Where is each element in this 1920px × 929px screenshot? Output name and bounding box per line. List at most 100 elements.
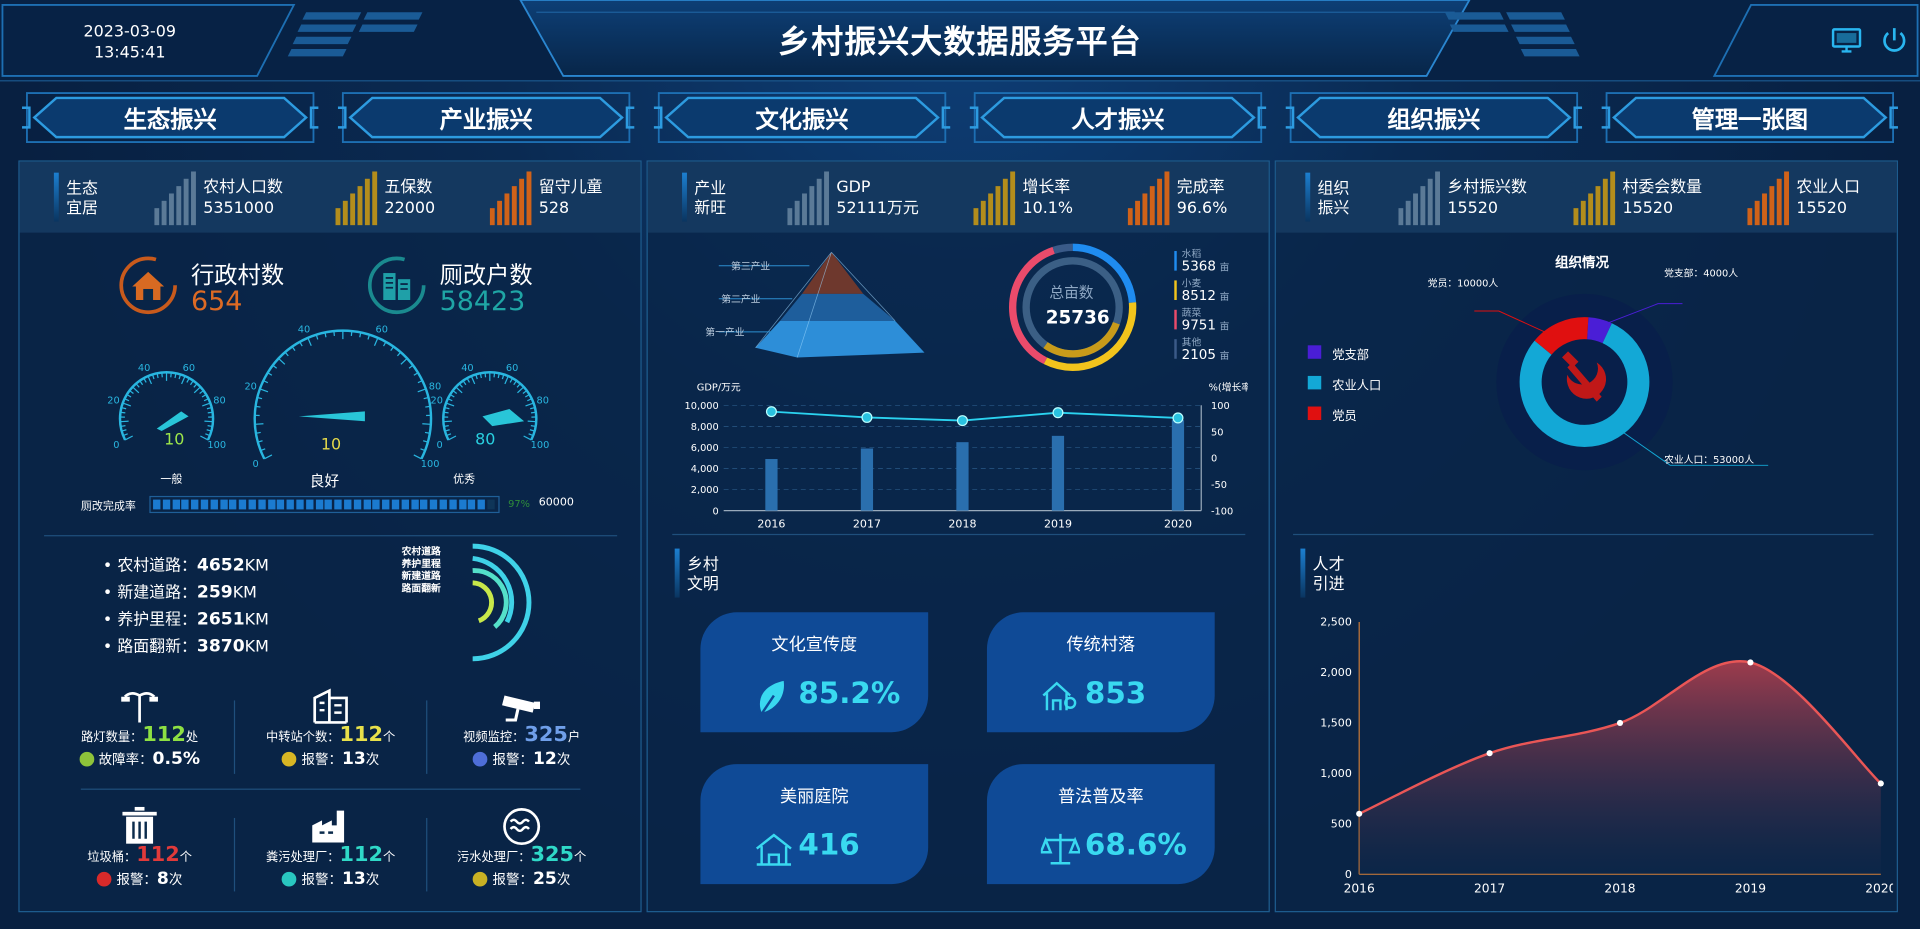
house-icon	[755, 833, 792, 866]
progress-segment	[200, 499, 209, 510]
scales-icon	[1040, 833, 1081, 865]
progress-segment	[449, 499, 457, 510]
progress-segment	[391, 499, 400, 510]
growth-point	[1052, 407, 1064, 419]
legend-swatch	[1307, 406, 1322, 421]
y2-axis-label: %(增长率)	[1209, 381, 1248, 394]
legend-value-row: 2105 亩	[1182, 347, 1230, 363]
progress-segment	[267, 499, 276, 510]
road-item: • 路面翻新：3870KM	[102, 633, 269, 657]
svg-text:80: 80	[429, 381, 441, 392]
facility-line: 路灯数量：112处	[54, 722, 225, 746]
legend-value: 8512	[1181, 287, 1216, 304]
y-tick-label: 2,000	[691, 485, 719, 496]
y2-tick-label: 0	[1211, 454, 1217, 465]
ring-road-renew	[472, 580, 494, 624]
nav-tab-6[interactable]: 管理一张图	[1599, 86, 1900, 150]
kpi-name: 增长率	[1022, 178, 1071, 198]
area-point	[1616, 719, 1624, 727]
y-tick-label: 1,500	[1320, 717, 1352, 730]
progress-label: 厕改完成率	[80, 500, 136, 514]
organization-title: 组织 振兴	[1318, 180, 1350, 219]
bar-icon	[973, 171, 1016, 226]
column-divider	[426, 817, 428, 892]
callout-party-member: 党员：10000人	[1427, 277, 1499, 289]
callout-party-branch: 党支部：4000人	[1664, 268, 1739, 280]
legend-value: 5368	[1181, 258, 1216, 275]
progress-segment	[191, 499, 199, 510]
bar-icon	[1747, 171, 1789, 226]
facility-sub-value: 25	[532, 869, 557, 889]
power-icon[interactable]	[1878, 24, 1910, 56]
card-title: 普法普及率	[1057, 787, 1144, 807]
organization-title-line1: 组织	[1317, 180, 1350, 199]
x-tick-label: 2019	[1735, 882, 1766, 896]
gauge-needle	[482, 408, 525, 427]
y2-tick-label: -100	[1211, 506, 1233, 517]
svg-text:40: 40	[298, 325, 310, 336]
kpi-value: 96.6%	[1176, 199, 1228, 218]
culture-title: 乡村 文明	[687, 556, 719, 595]
progress-segment	[172, 499, 180, 510]
title-accent	[1300, 548, 1306, 598]
bar-icon	[489, 171, 532, 226]
road-unit: KM	[244, 637, 269, 657]
facility-sub-value: 13	[341, 869, 366, 889]
progress-segment	[248, 499, 256, 510]
svg-text:100: 100	[207, 440, 226, 451]
facility-unit: 户	[567, 731, 581, 745]
nav-tab-1[interactable]: 生态振兴	[20, 86, 321, 150]
nav-tab-4[interactable]: 人才振兴	[967, 86, 1268, 150]
building-circle-icon	[367, 256, 426, 315]
talent-title-line2: 引进	[1312, 575, 1345, 594]
nav-tab-label: 文化振兴	[755, 105, 849, 133]
legend-name: 党员	[1332, 410, 1357, 424]
card-value: 68.6%	[1084, 827, 1187, 863]
svg-text:20: 20	[431, 395, 443, 406]
facility-sub: 故障率：0.5%	[54, 749, 225, 769]
legend-unit: 亩	[1219, 320, 1230, 332]
kpi-name: 完成率	[1176, 178, 1225, 198]
x-tick-label: 2016	[1344, 882, 1375, 896]
alarm-icon	[79, 751, 94, 767]
facility-sub-unit: 次	[365, 751, 380, 768]
pyramid-label-2: 第二产业	[721, 293, 761, 305]
industry-title-line2: 新旺	[694, 199, 727, 218]
culture-card: 文化宣传度 85.2%	[700, 612, 929, 733]
legend-swatch	[1174, 280, 1177, 301]
legend-unit: 亩	[1219, 350, 1230, 362]
toilets-value: 58423	[439, 286, 526, 318]
gdp-bar	[1051, 435, 1065, 511]
progress-segment	[239, 499, 247, 510]
road-name: 新建道路：	[117, 584, 197, 603]
progress-percent: 97%	[508, 498, 530, 510]
progress-segment	[372, 499, 381, 510]
org-pie-chart	[1474, 293, 1769, 471]
ecology-title: 生态 宜居	[66, 180, 98, 219]
kpi-value: 5351000	[203, 199, 275, 218]
area-point	[1747, 659, 1754, 666]
facility-line: 污水处理厂：325个	[436, 842, 607, 866]
card-value: 853	[1084, 675, 1147, 711]
facility-value: 112	[339, 842, 383, 867]
leaf-icon	[758, 680, 784, 719]
nav-tab-2[interactable]: 产业振兴	[336, 86, 637, 150]
road-value: 3870	[196, 636, 245, 657]
monitor-icon[interactable]	[1831, 24, 1863, 56]
road-bullet: •	[102, 637, 118, 657]
x-tick-label: 2018	[948, 518, 976, 531]
nav-tab-3[interactable]: 文化振兴	[651, 86, 952, 150]
ecology-title-line2: 宜居	[66, 199, 98, 218]
nav-tab-5[interactable]: 组织振兴	[1283, 86, 1584, 150]
facility-value: 112	[339, 722, 383, 747]
culture-title-line2: 文明	[686, 575, 719, 594]
facility-sub: 报警：8次	[54, 869, 225, 889]
dashboard: 2023-03-09 13:45:41 乡村振兴大数据服务平台 生态振兴 产业振兴…	[0, 0, 1920, 929]
facility-line: 粪污处理厂：112个	[245, 842, 416, 866]
growth-point	[765, 406, 777, 418]
legend-value-row: 5368 亩	[1182, 258, 1230, 274]
title-accent	[1305, 172, 1311, 222]
legend-swatch	[1307, 375, 1322, 390]
ecology-panel: 生态 宜居 农村人口数 5351000 五保数 22000 留守儿童 528 行政村数 6…	[18, 160, 642, 913]
x-tick-label: 2018	[1604, 882, 1635, 896]
